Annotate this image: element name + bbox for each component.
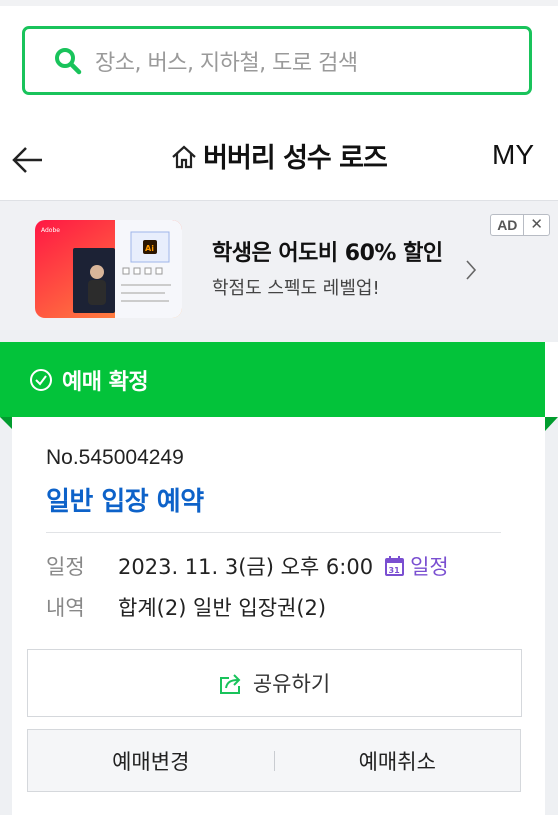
detail-value: 합계(2) 일반 입장권(2) bbox=[118, 596, 327, 620]
add-calendar-link[interactable]: 일정 bbox=[410, 551, 449, 581]
ad-headline[interactable]: 학생은 어도비 60% 할인 bbox=[212, 235, 443, 267]
search-icon bbox=[55, 47, 82, 74]
section-gap bbox=[0, 330, 558, 342]
booking-name[interactable]: 일반 입장 예약 bbox=[46, 481, 204, 518]
ad-image: Ai Adobe bbox=[35, 220, 182, 318]
ribbon-fold-right bbox=[545, 417, 558, 431]
ad-close-button[interactable]: ✕ bbox=[523, 215, 549, 235]
ad-thumbnail: Ai Adobe bbox=[35, 220, 182, 318]
booking-number: No.545004249 bbox=[46, 446, 184, 469]
ad-banner[interactable]: Ai Adobe 학생은 어도비 60% 할인 학점도 스펙도 레벨업! AD … bbox=[0, 200, 558, 330]
calendar-icon-text: 31 bbox=[389, 566, 401, 575]
ad-subtext: 학점도 스펙도 레벨업! bbox=[212, 278, 380, 299]
search-input[interactable]: 장소, 버스, 지하철, 도로 검색 bbox=[95, 45, 358, 77]
place-name: 버버리 성수 로즈 bbox=[203, 143, 388, 174]
date-value: 2023. 11. 3(금) 오후 6:00 bbox=[118, 555, 374, 579]
divider bbox=[46, 532, 501, 533]
check-circle-icon bbox=[30, 368, 52, 391]
cancel-booking-button[interactable]: 예매취소 bbox=[275, 746, 521, 776]
chevron-right-icon bbox=[466, 260, 477, 280]
date-label: 일정 bbox=[46, 555, 85, 579]
share-icon bbox=[219, 674, 241, 694]
ad-thumb-app: Ai bbox=[145, 244, 154, 253]
my-button[interactable]: MY bbox=[492, 139, 534, 171]
date-row: 일정 2023. 11. 3(금) 오후 6:00 31 일정 bbox=[46, 551, 449, 581]
ad-thumb-brand: Adobe bbox=[41, 227, 60, 234]
status-label: 예매 확정 bbox=[62, 369, 149, 395]
ad-badge: AD ✕ bbox=[490, 214, 550, 236]
calendar-icon[interactable]: 31 bbox=[385, 556, 405, 576]
share-button[interactable]: 공유하기 bbox=[27, 649, 522, 717]
status-banner: 예매 확정 bbox=[0, 342, 545, 417]
top-strip bbox=[0, 0, 558, 6]
search-bar[interactable]: 장소, 버스, 지하철, 도로 검색 bbox=[22, 26, 532, 95]
home-icon bbox=[172, 145, 196, 169]
detail-label: 내역 bbox=[46, 596, 85, 620]
detail-row: 내역 합계(2) 일반 입장권(2) bbox=[46, 592, 326, 622]
ad-label: AD bbox=[497, 217, 518, 233]
page-header: 버버리 성수 로즈 MY bbox=[0, 122, 558, 200]
page-title: 버버리 성수 로즈 bbox=[0, 136, 558, 175]
booking-actions: 예매변경 예매취소 bbox=[27, 729, 521, 792]
share-label: 공유하기 bbox=[252, 672, 331, 696]
change-booking-button[interactable]: 예매변경 bbox=[28, 746, 274, 776]
